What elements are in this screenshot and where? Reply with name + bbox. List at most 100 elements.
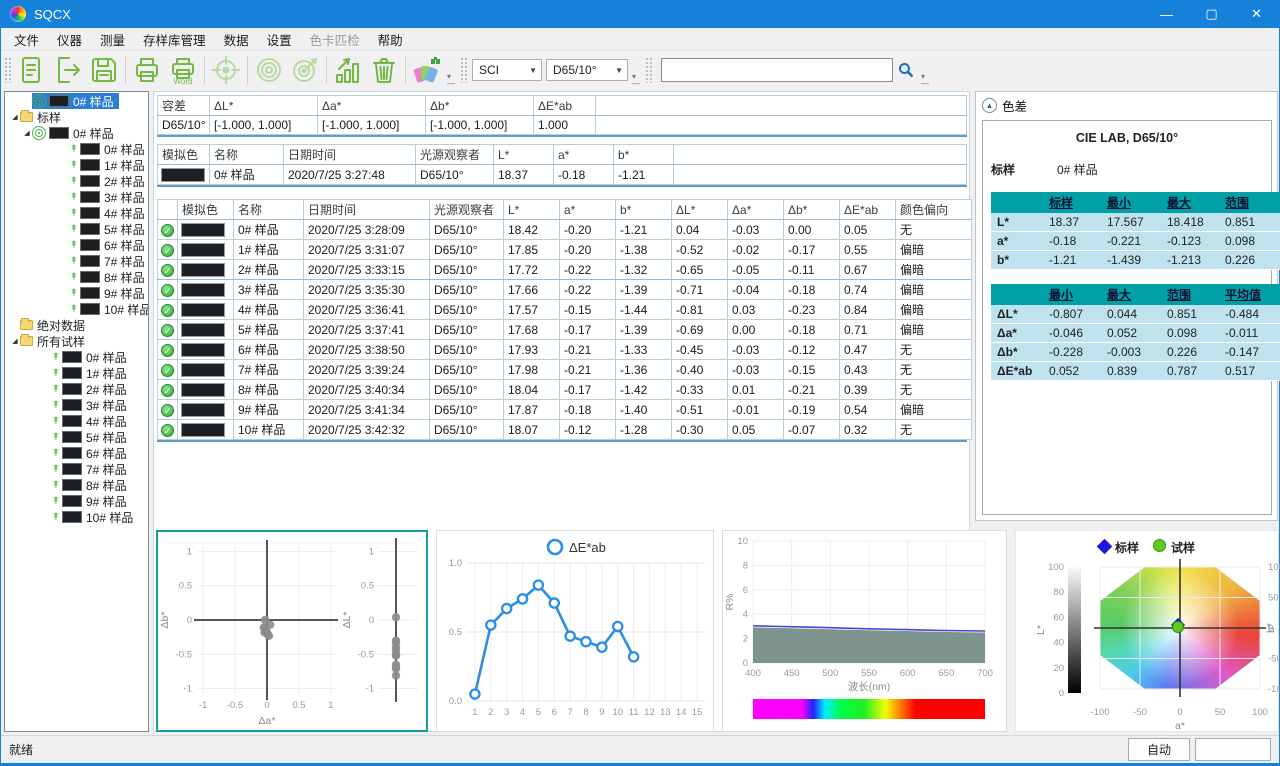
menu-item-1[interactable]: 仪器 <box>48 27 91 52</box>
tree-item-4-样品[interactable]: ↟4# 样品 <box>5 413 148 429</box>
color-match-button[interactable] <box>409 53 445 87</box>
tree-item-4-样品[interactable]: ↟4# 样品 <box>5 205 148 221</box>
blank-status-button[interactable] <box>1195 738 1271 761</box>
table-row[interactable]: ✓2# 样品2020/7/25 3:33:15D65/10°17.72-0.22… <box>158 260 972 280</box>
table-row[interactable]: ✓8# 样品2020/7/25 3:40:34D65/10°18.04-0.17… <box>158 380 972 400</box>
column-header[interactable]: 名称 <box>234 200 304 220</box>
column-header[interactable]: 光源观察者 <box>430 200 504 220</box>
tree-item-9-样品[interactable]: ↟9# 样品 <box>5 285 148 301</box>
table-row[interactable]: ✓6# 样品2020/7/25 3:38:50D65/10°17.93-0.21… <box>158 340 972 360</box>
close-button[interactable]: ✕ <box>1234 0 1279 28</box>
menu-item-3[interactable]: 存样库管理 <box>134 27 215 52</box>
column-header[interactable]: 日期时间 <box>284 145 416 165</box>
column-header[interactable]: ΔE*ab <box>840 200 896 220</box>
column-header[interactable]: Δb* <box>426 96 534 116</box>
column-header[interactable]: 颜色偏向 <box>896 200 972 220</box>
tree-item-5-样品[interactable]: ↟5# 样品 <box>5 221 148 237</box>
maximize-button[interactable]: ▢ <box>1189 0 1234 28</box>
gamut-chart-panel[interactable]: 标样 试样 -100-50050100100500-50-10010080604… <box>1015 530 1279 732</box>
column-header[interactable]: a* <box>560 200 616 220</box>
tree-item-0-样品[interactable]: ◢0# 样品 <box>5 125 148 141</box>
tree-item-10-样品[interactable]: ↟10# 样品 <box>5 509 148 525</box>
table-row[interactable]: ✓3# 样品2020/7/25 3:35:30D65/10°17.66-0.22… <box>158 280 972 300</box>
column-header[interactable]: Δb* <box>784 200 840 220</box>
column-header[interactable]: ΔL* <box>210 96 318 116</box>
measure-mode-combo[interactable]: SCI▼ <box>472 59 542 81</box>
tree-expander-icon[interactable]: ◢ <box>10 337 20 345</box>
table-row[interactable]: ✓4# 样品2020/7/25 3:36:41D65/10°17.57-0.15… <box>158 300 972 320</box>
toolbar-overflow-button[interactable]: ▾— <box>445 73 457 89</box>
menu-item-0[interactable]: 文件 <box>5 27 48 52</box>
tree-item-0-样品[interactable]: ↟0# 样品 <box>5 141 148 157</box>
tree-item-8-样品[interactable]: ↟8# 样品 <box>5 269 148 285</box>
column-header[interactable]: b* <box>616 200 672 220</box>
tree-item-7-样品[interactable]: ↟7# 样品 <box>5 461 148 477</box>
column-header[interactable]: b* <box>614 145 674 165</box>
toolbar-grip[interactable] <box>460 57 467 83</box>
print-button[interactable] <box>129 53 165 87</box>
tree-item-8-样品[interactable]: ↟8# 样品 <box>5 477 148 493</box>
column-header[interactable]: 光源观察者 <box>416 145 494 165</box>
column-header[interactable]: ΔL* <box>672 200 728 220</box>
spectrum-chart-panel[interactable]: 4004505005506006507000246810波长(nm)R% <box>722 530 1007 732</box>
menu-item-6[interactable]: 色卡匹检 <box>301 27 369 52</box>
auto-button[interactable]: 自动 <box>1128 738 1190 761</box>
tree-item-6-样品[interactable]: ↟6# 样品 <box>5 445 148 461</box>
tree-item-绝对数据[interactable]: 绝对数据 <box>5 317 148 333</box>
tree-item-6-样品[interactable]: ↟6# 样品 <box>5 237 148 253</box>
scatter-chart-panel[interactable]: -1-1-0.5-0.5000.50.511Δa*Δb*-1-0.500.51Δ… <box>156 530 428 732</box>
de-trend-chart-panel[interactable]: ΔE*ab1234567891011121314150.00.51.0 <box>436 530 714 732</box>
collapse-panel-icon[interactable]: ▲ <box>982 98 997 113</box>
toolbar-overflow-button[interactable]: ▾— <box>630 73 642 89</box>
tree-item-标样[interactable]: ◢标样 <box>5 109 148 125</box>
print-word-button[interactable]: Word <box>165 53 201 87</box>
tree-item-1-样品[interactable]: ↟1# 样品 <box>5 157 148 173</box>
toolbar-grip[interactable] <box>4 57 11 83</box>
column-header[interactable]: L* <box>504 200 560 220</box>
tree-item-3-样品[interactable]: ↟3# 样品 <box>5 189 148 205</box>
toolbar-grip[interactable] <box>645 57 652 83</box>
table-row[interactable]: ✓5# 样品2020/7/25 3:37:41D65/10°17.68-0.17… <box>158 320 972 340</box>
tree-item-7-样品[interactable]: ↟7# 样品 <box>5 253 148 269</box>
column-header[interactable] <box>596 96 967 116</box>
tree-item-9-样品[interactable]: ↟9# 样品 <box>5 493 148 509</box>
save-button[interactable] <box>86 53 122 87</box>
tree-expander-icon[interactable]: ◢ <box>22 129 32 137</box>
column-header[interactable] <box>158 200 178 220</box>
tree-item-10-样品[interactable]: ↟10# 样品 <box>5 301 148 317</box>
column-header[interactable]: 容差 <box>158 96 210 116</box>
table-row[interactable]: ✓10# 样品2020/7/25 3:42:32D65/10°18.07-0.1… <box>158 420 972 440</box>
tree-expander-icon[interactable]: ◢ <box>10 113 20 121</box>
new-file-button[interactable] <box>14 53 50 87</box>
column-header[interactable]: L* <box>494 145 554 165</box>
column-header[interactable]: a* <box>554 145 614 165</box>
minimize-button[interactable]: — <box>1144 0 1189 28</box>
tree-item-所有试样[interactable]: ◢所有试样 <box>5 333 148 349</box>
table-row[interactable]: ✓0# 样品2020/7/25 3:28:09D65/10°18.42-0.20… <box>158 220 972 240</box>
measure-standard-button[interactable] <box>251 53 287 87</box>
table-row[interactable]: ✓1# 样品2020/7/25 3:31:07D65/10°17.85-0.20… <box>158 240 972 260</box>
delete-button[interactable] <box>366 53 402 87</box>
table-row[interactable]: ✓9# 样品2020/7/25 3:41:34D65/10°17.87-0.18… <box>158 400 972 420</box>
column-header[interactable]: 名称 <box>210 145 284 165</box>
menu-item-5[interactable]: 设置 <box>258 27 301 52</box>
column-header[interactable]: ΔE*ab <box>534 96 596 116</box>
tree-item-0-样品[interactable]: ↟0# 样品 <box>5 349 148 365</box>
tree-item-3-样品[interactable]: ↟3# 样品 <box>5 397 148 413</box>
calibrate-button[interactable] <box>208 53 244 87</box>
column-header[interactable]: 日期时间 <box>304 200 430 220</box>
column-header[interactable]: 模拟色 <box>158 145 210 165</box>
tree-item-5-样品[interactable]: ↟5# 样品 <box>5 429 148 445</box>
column-header[interactable]: Δa* <box>318 96 426 116</box>
table-row[interactable]: ✓7# 样品2020/7/25 3:39:24D65/10°17.98-0.21… <box>158 360 972 380</box>
tree-item-0-样品[interactable]: 0# 样品 <box>5 93 148 109</box>
tree-item-2-样品[interactable]: ↟2# 样品 <box>5 173 148 189</box>
table-row[interactable]: 0# 样品2020/7/25 3:27:48D65/10°18.37-0.18-… <box>158 165 967 185</box>
tree-item-2-样品[interactable]: ↟2# 样品 <box>5 381 148 397</box>
search-icon[interactable] <box>893 58 919 82</box>
menu-item-2[interactable]: 测量 <box>91 27 134 52</box>
column-header[interactable]: 模拟色 <box>178 200 234 220</box>
export-button[interactable] <box>50 53 86 87</box>
measure-sample-button[interactable] <box>287 53 323 87</box>
menu-item-7[interactable]: 帮助 <box>369 27 412 52</box>
